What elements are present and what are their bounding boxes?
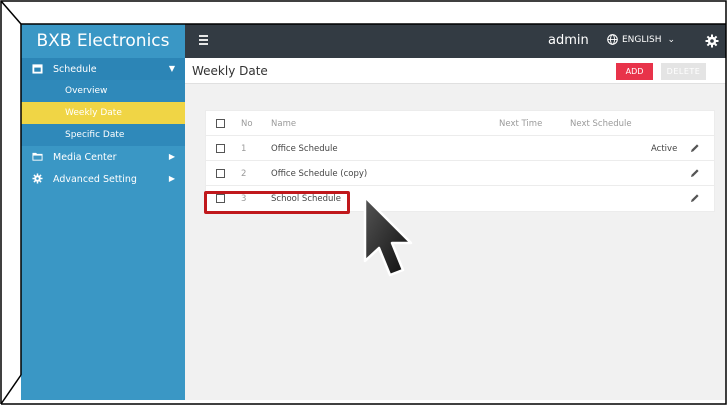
settings-gear-icon[interactable] xyxy=(704,33,720,49)
row-name[interactable]: Office Schedule (copy) xyxy=(271,169,367,179)
sidebar: Schedule ▼ Overview Weekly Date Specific… xyxy=(21,58,185,400)
row-checkbox[interactable] xyxy=(216,144,225,153)
table-header-row: No Name Next Time Next Schedule xyxy=(206,111,714,136)
table-row[interactable]: 1 Office Schedule Active xyxy=(206,136,714,161)
user-name[interactable]: admin xyxy=(548,33,589,48)
delete-button[interactable]: DELETE xyxy=(661,63,706,80)
sidebar-item-specific-date[interactable]: Specific Date xyxy=(21,124,185,146)
select-all-checkbox[interactable] xyxy=(216,119,225,128)
sidebar-item-schedule[interactable]: Schedule ▼ xyxy=(21,58,185,80)
globe-icon xyxy=(607,34,618,45)
top-bar: admin ENGLISH ⌄ xyxy=(185,24,726,58)
chevron-down-icon: ⌄ xyxy=(667,34,676,45)
column-header-no: No xyxy=(241,119,253,129)
page-title: Weekly Date xyxy=(192,64,268,78)
sidebar-item-label: Advanced Setting xyxy=(53,173,137,185)
main-content: Weekly Date ADD DELETE No Name Next Time… xyxy=(185,58,726,400)
gear-icon xyxy=(32,173,43,184)
menu-toggle-icon[interactable] xyxy=(199,33,215,49)
column-header-next-schedule: Next Schedule xyxy=(570,119,632,129)
brand-logo[interactable]: BXB Electronics xyxy=(21,24,185,58)
row-name[interactable]: Office Schedule xyxy=(271,144,338,154)
calendar-icon xyxy=(32,64,43,74)
page-header: Weekly Date ADD DELETE xyxy=(185,58,726,84)
table-row[interactable]: 2 Office Schedule (copy) xyxy=(206,161,714,186)
sidebar-item-media-center[interactable]: Media Center ▶ xyxy=(21,146,185,168)
caret-down-icon: ▼ xyxy=(168,64,175,73)
edit-pencil-icon[interactable] xyxy=(690,143,700,153)
highlight-box xyxy=(204,191,350,214)
sidebar-item-weekly-date[interactable]: Weekly Date xyxy=(21,102,185,124)
status-badge: Active xyxy=(651,144,678,154)
column-header-next-time: Next Time xyxy=(499,119,543,129)
sidebar-item-label: Overview xyxy=(65,86,108,96)
add-button[interactable]: ADD xyxy=(616,63,653,80)
sidebar-item-label: Weekly Date xyxy=(65,108,122,118)
language-selector[interactable]: ENGLISH ⌄ xyxy=(607,34,675,45)
sidebar-item-label: Specific Date xyxy=(65,130,125,140)
edit-pencil-icon[interactable] xyxy=(690,193,700,203)
caret-right-icon: ▶ xyxy=(168,152,175,161)
sidebar-item-label: Schedule xyxy=(53,63,97,75)
language-label: ENGLISH xyxy=(622,34,662,45)
caret-right-icon: ▶ xyxy=(168,174,175,183)
sidebar-item-overview[interactable]: Overview xyxy=(21,80,185,102)
edit-pencil-icon[interactable] xyxy=(690,168,700,178)
column-header-name: Name xyxy=(271,119,297,129)
sidebar-item-label: Media Center xyxy=(53,151,117,163)
folder-icon xyxy=(32,152,43,161)
sidebar-item-advanced-setting[interactable]: Advanced Setting ▶ xyxy=(21,168,185,190)
mouse-cursor-icon xyxy=(363,195,413,277)
row-checkbox[interactable] xyxy=(216,169,225,178)
row-number: 1 xyxy=(241,144,247,154)
row-number: 2 xyxy=(241,169,247,179)
